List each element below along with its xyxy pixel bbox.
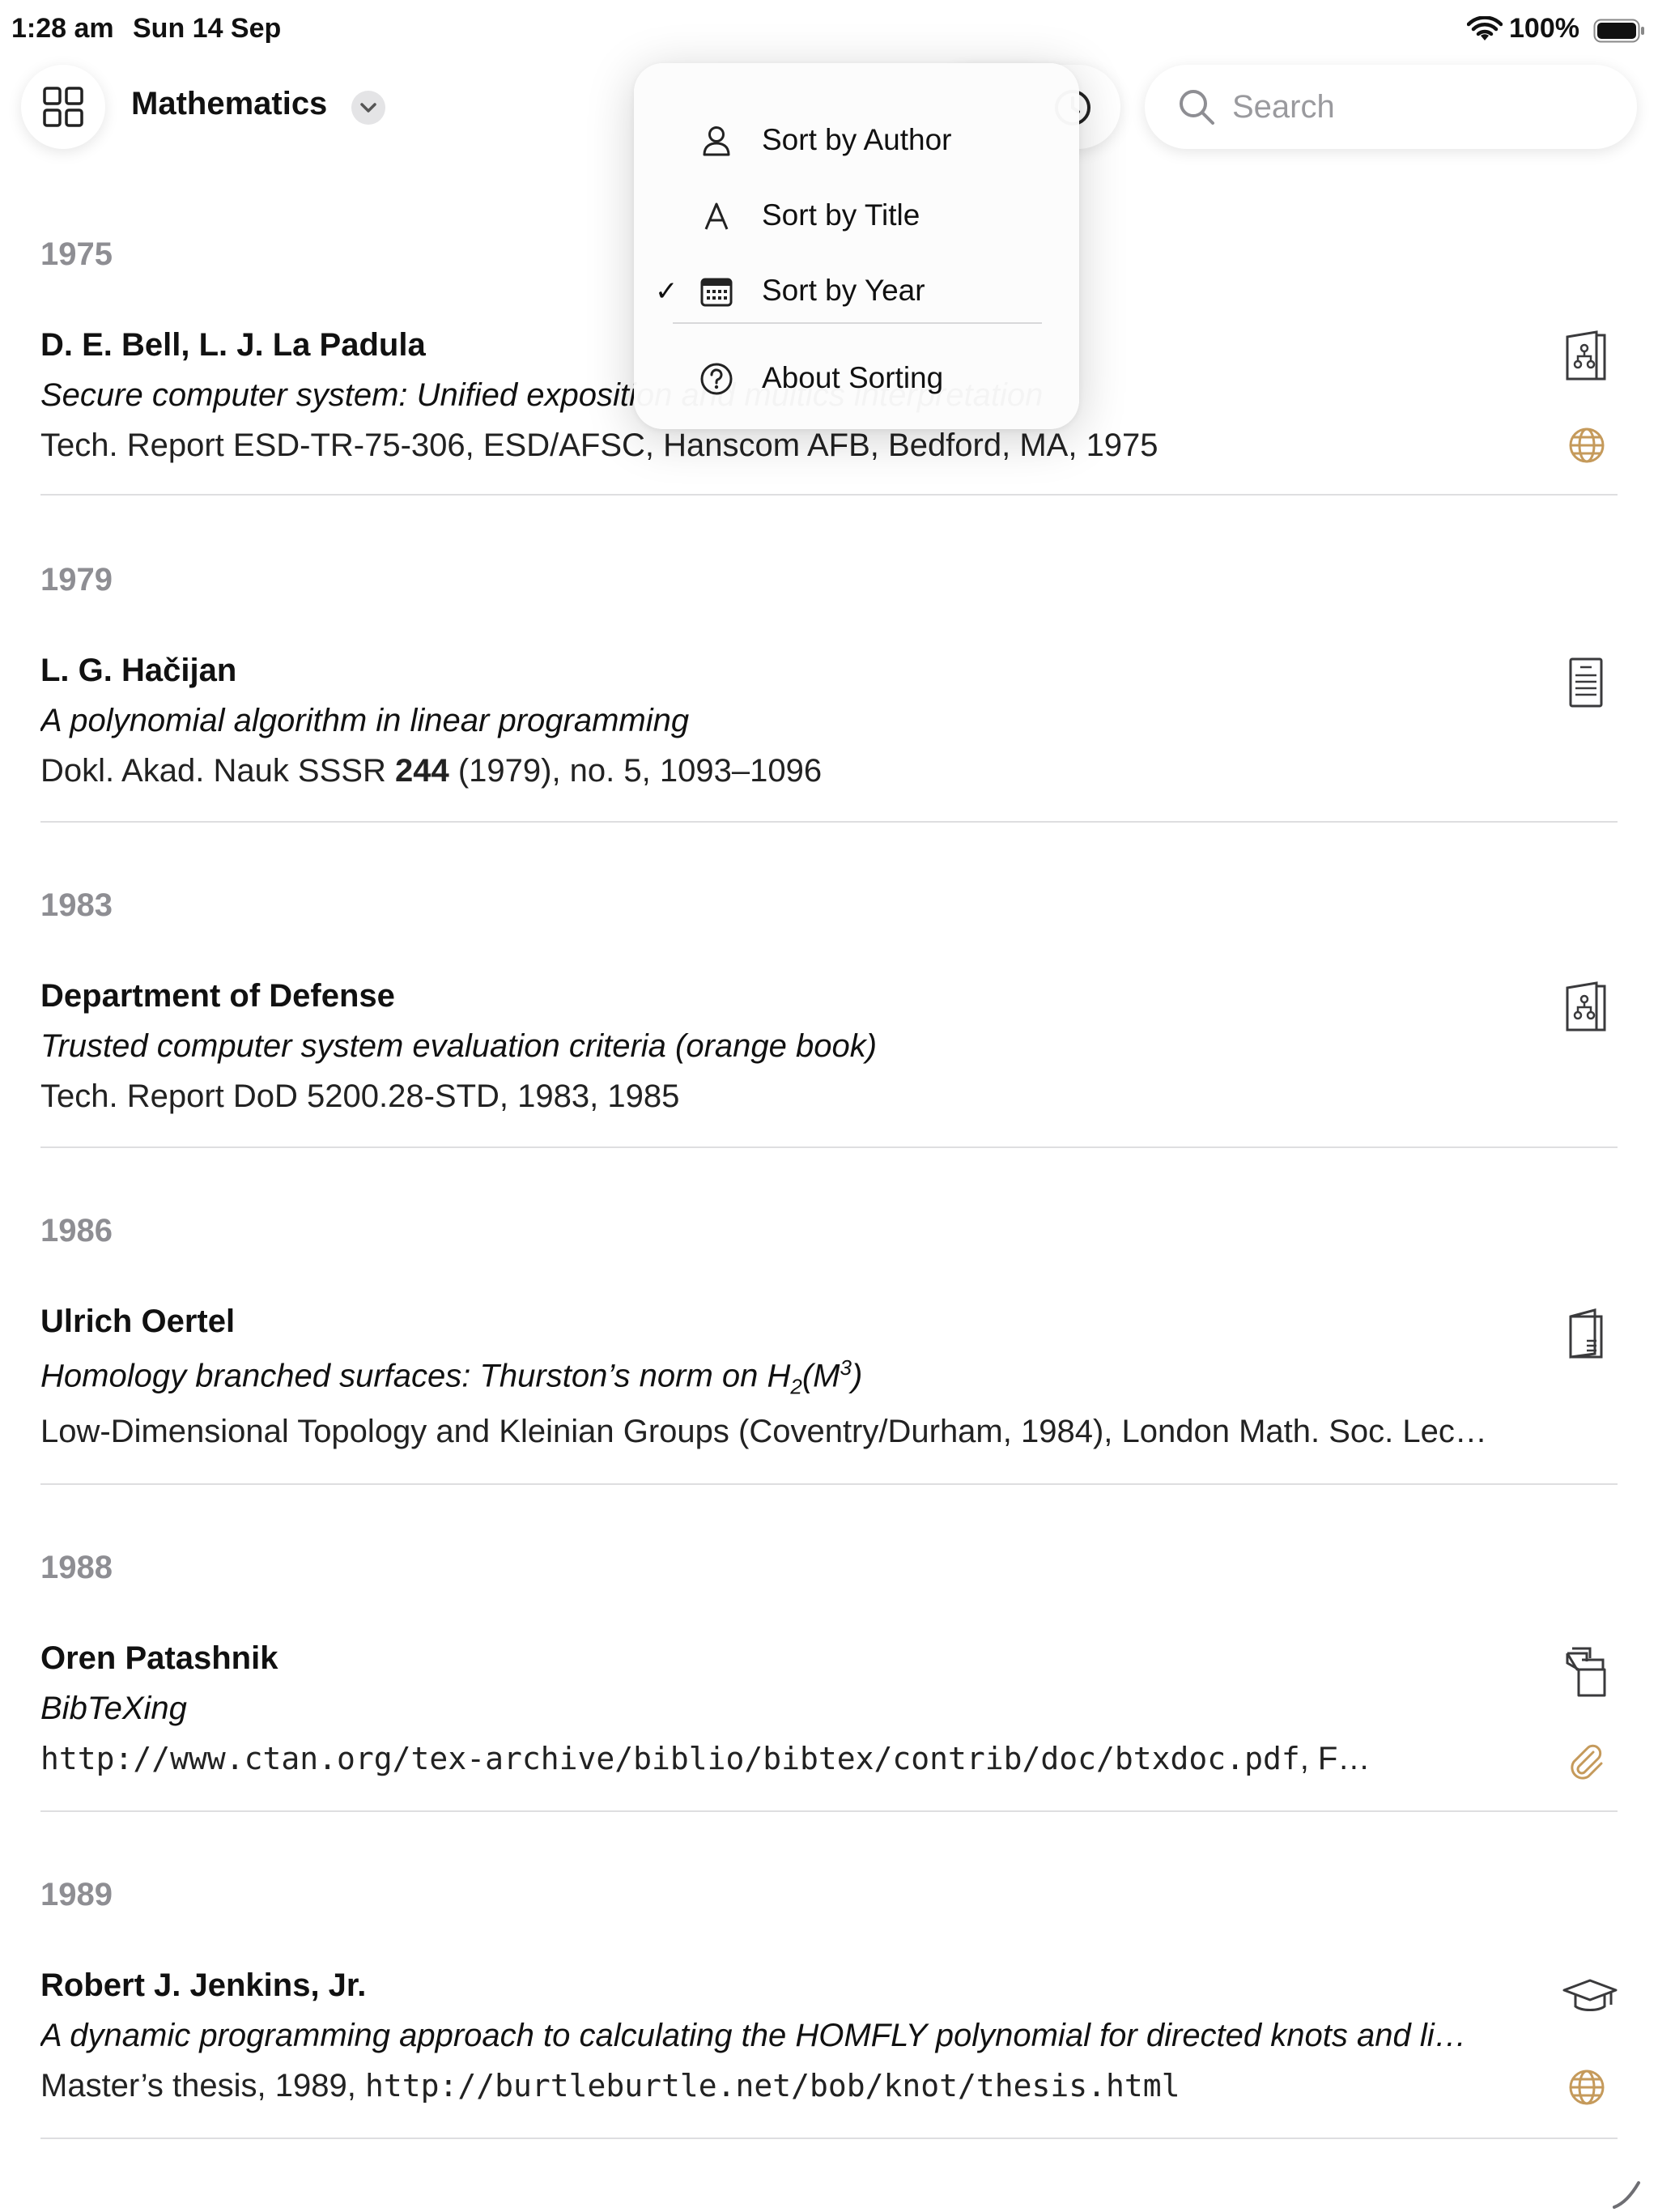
sidebar-toggle-button[interactable] <box>21 65 105 149</box>
detail-journal: Dokl. Akad. Nauk SSSR <box>40 753 395 789</box>
menu-item-label: About Sorting <box>762 361 944 394</box>
row-divider <box>40 1146 1618 1148</box>
app-window: 1:28 am Sun 14 Sep 100% Mathematics Sear… <box>0 0 1658 2212</box>
menu-item-sort-by-year[interactable]: ✓ Sort by Year <box>634 254 1079 329</box>
calendar-icon <box>699 274 734 309</box>
collection-title[interactable]: Mathematics <box>131 86 327 122</box>
checkmark-icon: ✓ <box>655 276 678 307</box>
title-superscript: 3 <box>840 1355 852 1380</box>
menu-item-sort-by-title[interactable]: Sort by Title <box>634 179 1079 253</box>
menu-item-about-sorting[interactable]: About Sorting <box>634 342 1079 416</box>
entry-author: D. E. Bell, L. J. La Padula <box>40 327 426 363</box>
grid-icon <box>43 87 83 127</box>
report-icon <box>1566 981 1606 1032</box>
row-divider <box>40 821 1618 823</box>
entry-title: BibTeXing <box>40 1691 187 1726</box>
battery-icon <box>1593 19 1644 43</box>
title-text: Homology branched surfaces: Thurston’s n… <box>40 1358 791 1394</box>
globe-icon[interactable] <box>1567 2068 1606 2107</box>
entry-detail: Dokl. Akad. Nauk SSSR 244 (1979), no. 5,… <box>40 753 822 789</box>
chevron-down-icon <box>360 103 376 113</box>
menu-divider <box>673 322 1042 324</box>
row-divider <box>40 2138 1618 2139</box>
detail-pages: (1979), no. 5, 1093–1096 <box>449 753 823 789</box>
title-text: (M <box>801 1358 840 1394</box>
menu-item-label: Sort by Author <box>762 123 952 156</box>
entry-title: A polynomial algorithm in linear program… <box>40 703 690 738</box>
search-icon <box>1180 90 1214 125</box>
graduation-cap-icon <box>1562 1979 1618 2011</box>
entry-title: Homology branched surfaces: Thurston’s n… <box>40 1355 862 1399</box>
title-subscript: 2 <box>790 1374 802 1399</box>
menu-item-label: Sort by Title <box>762 198 920 232</box>
entry-author: Robert J. Jenkins, Jr. <box>40 1967 367 2003</box>
paperclip-icon[interactable] <box>1567 1742 1606 1781</box>
report-icon <box>1566 330 1606 381</box>
section-header-year: 1989 <box>40 1877 113 1912</box>
section-header-year: 1975 <box>40 236 113 272</box>
section-header-year: 1979 <box>40 562 113 598</box>
misc-icon <box>1566 1647 1606 1697</box>
scroll-indicator[interactable] <box>1611 2178 1643 2210</box>
entry-detail: Tech. Report DoD 5200.28-STD, 1983, 1985 <box>40 1078 680 1114</box>
row-divider <box>40 494 1618 496</box>
entry-author: L. G. Hačijan <box>40 653 237 688</box>
letter-a-icon <box>699 198 734 234</box>
title-text: ) <box>851 1358 863 1394</box>
entry-title: A dynamic programming approach to calcul… <box>40 2018 1467 2053</box>
detail-volume: 244 <box>394 753 449 789</box>
detail-suffix: , F… <box>1299 1741 1371 1776</box>
entry-detail: Low-Dimensional Topology and Kleinian Gr… <box>40 1414 1487 1449</box>
collection-menu-button[interactable] <box>351 91 385 125</box>
status-time: 1:28 am <box>11 13 114 44</box>
entry-detail: http://www.ctan.org/tex-archive/biblio/b… <box>40 1741 1370 1777</box>
status-date: Sun 14 Sep <box>133 13 282 44</box>
wifi-icon <box>1467 16 1503 40</box>
menu-item-sort-by-author[interactable]: Sort by Author <box>634 104 1079 178</box>
sort-menu: Sort by Author Sort by Title ✓ Sort by Y… <box>634 63 1079 429</box>
article-icon <box>1569 657 1603 708</box>
section-header-year: 1986 <box>40 1213 113 1249</box>
entry-detail: Master’s thesis, 1989, http://burtleburt… <box>40 2068 1180 2104</box>
search-input[interactable] <box>1231 83 1614 131</box>
entry-detail: Tech. Report ESD-TR-75-306, ESD/AFSC, Ha… <box>40 428 1158 463</box>
section-header-year: 1983 <box>40 887 113 923</box>
detail-url: http://burtleburtle.net/bob/knot/thesis.… <box>364 2068 1180 2104</box>
detail-url: http://www.ctan.org/tex-archive/biblio/b… <box>40 1741 1300 1776</box>
book-chapter-icon <box>1569 1308 1603 1359</box>
menu-item-label: Sort by Year <box>762 274 925 307</box>
entry-author: Oren Patashnik <box>40 1640 278 1676</box>
detail-text: Master’s thesis, 1989, <box>40 2068 365 2104</box>
search-field[interactable] <box>1145 65 1637 149</box>
status-bar: 1:28 am Sun 14 Sep 100% <box>0 0 1658 63</box>
battery-percentage: 100% <box>1509 13 1579 44</box>
entry-author: Ulrich Oertel <box>40 1304 236 1339</box>
row-divider <box>40 1810 1618 1812</box>
entry-author: Department of Defense <box>40 978 395 1014</box>
globe-icon[interactable] <box>1567 426 1606 465</box>
person-icon <box>699 123 734 159</box>
entry-title: Trusted computer system evaluation crite… <box>40 1028 878 1064</box>
section-header-year: 1988 <box>40 1550 113 1585</box>
row-divider <box>40 1483 1618 1485</box>
question-circle-icon <box>699 361 734 397</box>
